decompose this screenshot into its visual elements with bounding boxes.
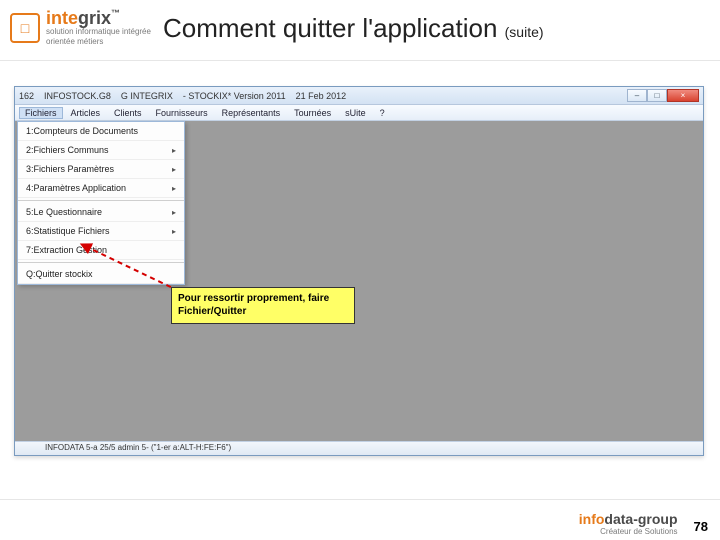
dropdown-item-questionnaire[interactable]: 5:Le Questionnaire▸ bbox=[18, 203, 184, 222]
slide-header: □ integrix™ solution informatique intégr… bbox=[0, 0, 720, 56]
titlebar-app: INFOSTOCK.G8 bbox=[44, 91, 111, 101]
titlebar-date: 21 Feb 2012 bbox=[296, 91, 347, 101]
footer-tagline: Créateur de Solutions bbox=[600, 527, 677, 536]
statusbar: INFODATA 5-a 25/5 admin 5- ("1-er a:ALT-… bbox=[15, 441, 703, 455]
dropdown-separator bbox=[18, 200, 184, 201]
titlebar-prod: - STOCKIX* Version 2011 bbox=[183, 91, 286, 101]
fichiers-dropdown: 1:Compteurs de Documents 2:Fichiers Comm… bbox=[17, 121, 185, 285]
brand-text: integrix™ bbox=[46, 9, 151, 27]
titlebar-icon-text: 162 bbox=[19, 91, 34, 101]
menu-representants[interactable]: Représentants bbox=[216, 107, 287, 119]
callout-line1: Pour ressortir proprement, faire bbox=[178, 293, 348, 306]
page-number: 78 bbox=[694, 519, 708, 534]
chevron-right-icon: ▸ bbox=[172, 184, 176, 193]
logo-icon: □ bbox=[10, 13, 40, 43]
dropdown-item-extraction[interactable]: 7:Extraction Gestion bbox=[18, 241, 184, 260]
minimize-button[interactable]: – bbox=[627, 89, 647, 102]
slide-title: Comment quitter l'application (suite) bbox=[163, 13, 544, 44]
brand-tagline1: solution informatique intégrée bbox=[46, 27, 151, 37]
dropdown-item-quitter[interactable]: Q:Quitter stockix bbox=[18, 265, 184, 284]
maximize-button[interactable]: □ bbox=[647, 89, 667, 102]
menu-articles[interactable]: Articles bbox=[65, 107, 107, 119]
menu-clients[interactable]: Clients bbox=[108, 107, 148, 119]
close-button[interactable]: × bbox=[667, 89, 699, 102]
footer-divider bbox=[0, 499, 720, 500]
menu-tournees[interactable]: Tournées bbox=[288, 107, 337, 119]
dropdown-separator bbox=[18, 262, 184, 263]
dropdown-item-parametres-app[interactable]: 4:Paramètres Application▸ bbox=[18, 179, 184, 198]
window-buttons: – □ × bbox=[627, 89, 699, 102]
chevron-right-icon: ▸ bbox=[172, 165, 176, 174]
dropdown-item-statistique[interactable]: 6:Statistique Fichiers▸ bbox=[18, 222, 184, 241]
dropdown-item-compteurs[interactable]: 1:Compteurs de Documents bbox=[18, 122, 184, 141]
menubar: Fichiers Articles Clients Fournisseurs R… bbox=[15, 105, 703, 121]
content-area: 1:Compteurs de Documents 2:Fichiers Comm… bbox=[15, 121, 703, 441]
menu-help[interactable]: ? bbox=[374, 107, 391, 119]
menu-fournisseurs[interactable]: Fournisseurs bbox=[150, 107, 214, 119]
dropdown-item-parametres-f[interactable]: 3:Fichiers Paramètres▸ bbox=[18, 160, 184, 179]
menu-suite[interactable]: sUite bbox=[339, 107, 372, 119]
dropdown-item-communs[interactable]: 2:Fichiers Communs▸ bbox=[18, 141, 184, 160]
brand-tagline2: orientée métiers bbox=[46, 37, 151, 47]
menu-fichiers[interactable]: Fichiers bbox=[19, 107, 63, 119]
chevron-right-icon: ▸ bbox=[172, 227, 176, 236]
footer-brand: infodata-group bbox=[579, 511, 678, 527]
logo-infodata: infodata-group Créateur de Solutions bbox=[579, 511, 678, 536]
slide-footer: infodata-group Créateur de Solutions 78 bbox=[579, 511, 708, 536]
header-divider bbox=[0, 60, 720, 61]
titlebar-org: G INTEGRIX bbox=[121, 91, 173, 101]
app-window: 162 INFOSTOCK.G8 G INTEGRIX - STOCKIX* V… bbox=[14, 86, 704, 456]
window-titlebar: 162 INFOSTOCK.G8 G INTEGRIX - STOCKIX* V… bbox=[15, 87, 703, 105]
instruction-callout: Pour ressortir proprement, faire Fichier… bbox=[171, 287, 355, 324]
chevron-right-icon: ▸ bbox=[172, 208, 176, 217]
logo-integrix: □ integrix™ solution informatique intégr… bbox=[10, 9, 151, 46]
chevron-right-icon: ▸ bbox=[172, 146, 176, 155]
callout-line2: Fichier/Quitter bbox=[178, 306, 348, 319]
